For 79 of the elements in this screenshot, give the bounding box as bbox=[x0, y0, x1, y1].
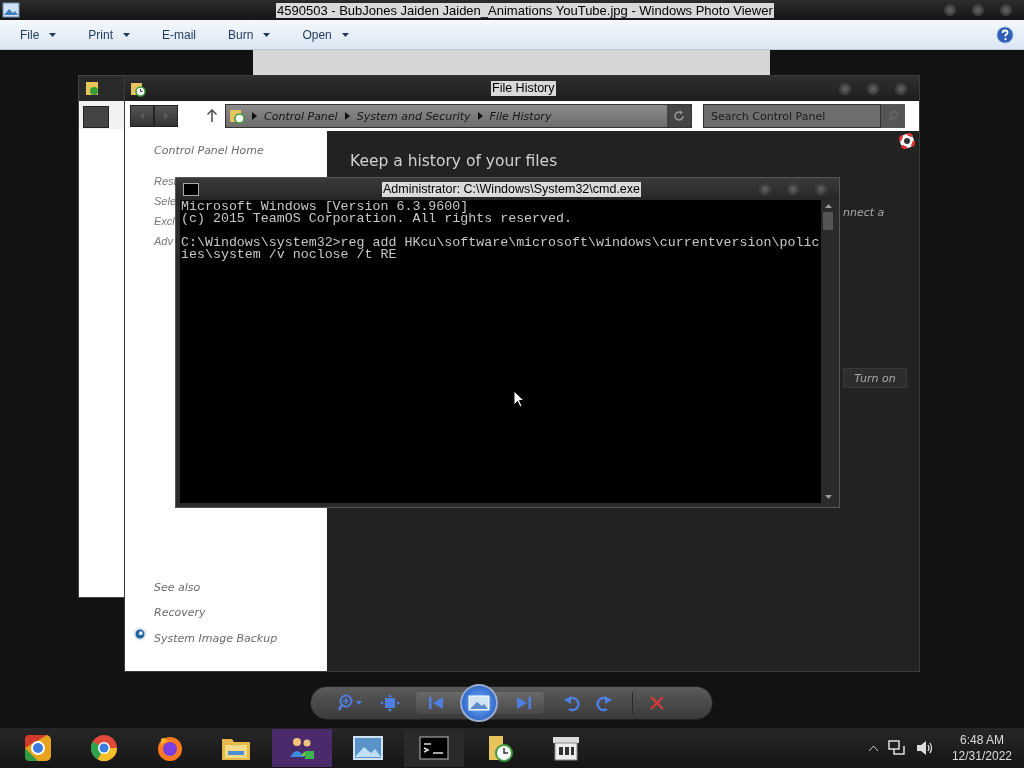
back-button[interactable] bbox=[83, 106, 109, 128]
console-line: C:\Windows\system32>reg add HKcu\software\microsoft\windows\currentversion\polic bbox=[181, 237, 820, 249]
breadcrumb-item[interactable]: Control Panel bbox=[264, 109, 338, 123]
up-arrow-icon[interactable] bbox=[824, 204, 832, 208]
close-button[interactable] bbox=[895, 82, 907, 95]
forward-button[interactable] bbox=[154, 105, 178, 127]
chevron-icon bbox=[477, 112, 483, 120]
menu-button[interactable]: File bbox=[12, 23, 65, 46]
volume-icon[interactable] bbox=[915, 740, 934, 756]
zoom-icon[interactable] bbox=[338, 694, 364, 712]
maximize-button[interactable] bbox=[787, 183, 799, 195]
right-arrow-icon bbox=[162, 112, 170, 120]
window-title: 4590503 - BubJones Jaiden Jaiden_Animations YouTube.jpg - Windows Photo Viewer bbox=[276, 2, 774, 18]
terminal-icon[interactable] bbox=[404, 729, 464, 767]
search-field[interactable]: Search Control Panel bbox=[703, 104, 881, 128]
console-line: (c) 2015 TeamOS Corporation. All rights reserved. bbox=[181, 213, 572, 225]
link-text[interactable]: nnect a bbox=[843, 206, 885, 219]
refresh-button[interactable] bbox=[667, 105, 691, 127]
minimize-button[interactable] bbox=[759, 183, 771, 195]
breadcrumb-item[interactable]: System and Security bbox=[356, 109, 471, 123]
slideshow-button[interactable] bbox=[460, 684, 498, 722]
caret-icon bbox=[49, 32, 57, 37]
folder-clock-icon bbox=[229, 108, 245, 124]
window-title: File History bbox=[491, 81, 556, 96]
left-arrow-icon bbox=[138, 112, 146, 120]
address-bar[interactable]: Control Panel System and Security File History bbox=[225, 104, 692, 128]
folder-icon bbox=[85, 80, 99, 96]
section-heading: See also bbox=[154, 581, 202, 594]
turn-on-button[interactable]: Turn on bbox=[843, 368, 907, 388]
caret-icon[interactable] bbox=[868, 745, 878, 751]
clock[interactable]: 6:48 AM 12/31/2022 bbox=[951, 732, 1012, 764]
chevron-icon bbox=[252, 112, 257, 120]
rotate-right-icon[interactable] bbox=[596, 694, 612, 712]
people-icon[interactable] bbox=[272, 729, 332, 767]
chevron-icon bbox=[344, 112, 350, 120]
mouse-pointer-icon bbox=[513, 390, 525, 408]
caret-icon bbox=[123, 32, 131, 37]
terminal-icon bbox=[183, 182, 199, 196]
sidebar-link[interactable]: Sele bbox=[154, 195, 177, 207]
menu-button[interactable]: Print bbox=[80, 23, 139, 46]
menu-button[interactable]: Open bbox=[294, 23, 357, 46]
time-text: 6:48 AM bbox=[959, 732, 1004, 748]
window-title: Administrator: C:\Windows\System32\cmd.exe bbox=[382, 181, 642, 197]
sidebar-link[interactable]: Recovery bbox=[154, 606, 206, 619]
sidebar-link[interactable]: Control Panel Home bbox=[154, 144, 327, 157]
maximize-button[interactable] bbox=[972, 4, 984, 16]
previous-icon[interactable] bbox=[428, 696, 444, 710]
down-arrow-icon[interactable] bbox=[824, 495, 832, 499]
lifebuoy-icon[interactable] bbox=[899, 133, 915, 149]
menu-button[interactable]: Burn bbox=[220, 23, 279, 46]
breadcrumb-item[interactable]: File History bbox=[489, 109, 552, 123]
caret-icon bbox=[263, 32, 271, 37]
next-icon[interactable] bbox=[516, 696, 532, 710]
sidebar-link[interactable]: Excl bbox=[154, 215, 175, 227]
page-heading: Keep a history of your files bbox=[350, 152, 558, 170]
refresh-icon bbox=[673, 110, 685, 122]
minimize-button[interactable] bbox=[839, 82, 851, 95]
minimize-button[interactable] bbox=[944, 4, 956, 16]
picture-icon bbox=[2, 2, 20, 18]
date-text: 12/31/2022 bbox=[951, 748, 1012, 764]
help-icon[interactable] bbox=[996, 25, 1014, 44]
folder-clock-icon bbox=[130, 80, 146, 97]
menu-button[interactable]: E-mail bbox=[154, 23, 205, 46]
picture-icon bbox=[468, 695, 490, 711]
delete-icon[interactable] bbox=[649, 695, 665, 711]
close-button[interactable] bbox=[1000, 4, 1012, 16]
sidebar-link[interactable]: System Image Backup bbox=[154, 632, 278, 645]
caret-icon bbox=[341, 32, 349, 37]
fit-window-icon[interactable] bbox=[380, 694, 400, 712]
maximize-button[interactable] bbox=[867, 82, 879, 95]
network-icon[interactable] bbox=[887, 740, 906, 756]
close-button[interactable] bbox=[815, 183, 827, 195]
up-arrow-icon[interactable] bbox=[206, 109, 218, 123]
scrollbar-thumb[interactable] bbox=[823, 212, 833, 230]
back-button[interactable] bbox=[130, 105, 154, 127]
rotate-left-icon[interactable] bbox=[564, 694, 580, 712]
console-line: ies\system /v noclose /t RE bbox=[181, 249, 397, 261]
console-line: Microsoft Windows [Version 6.3.9600] bbox=[181, 201, 469, 213]
sidebar-link[interactable]: Adv bbox=[154, 235, 173, 247]
